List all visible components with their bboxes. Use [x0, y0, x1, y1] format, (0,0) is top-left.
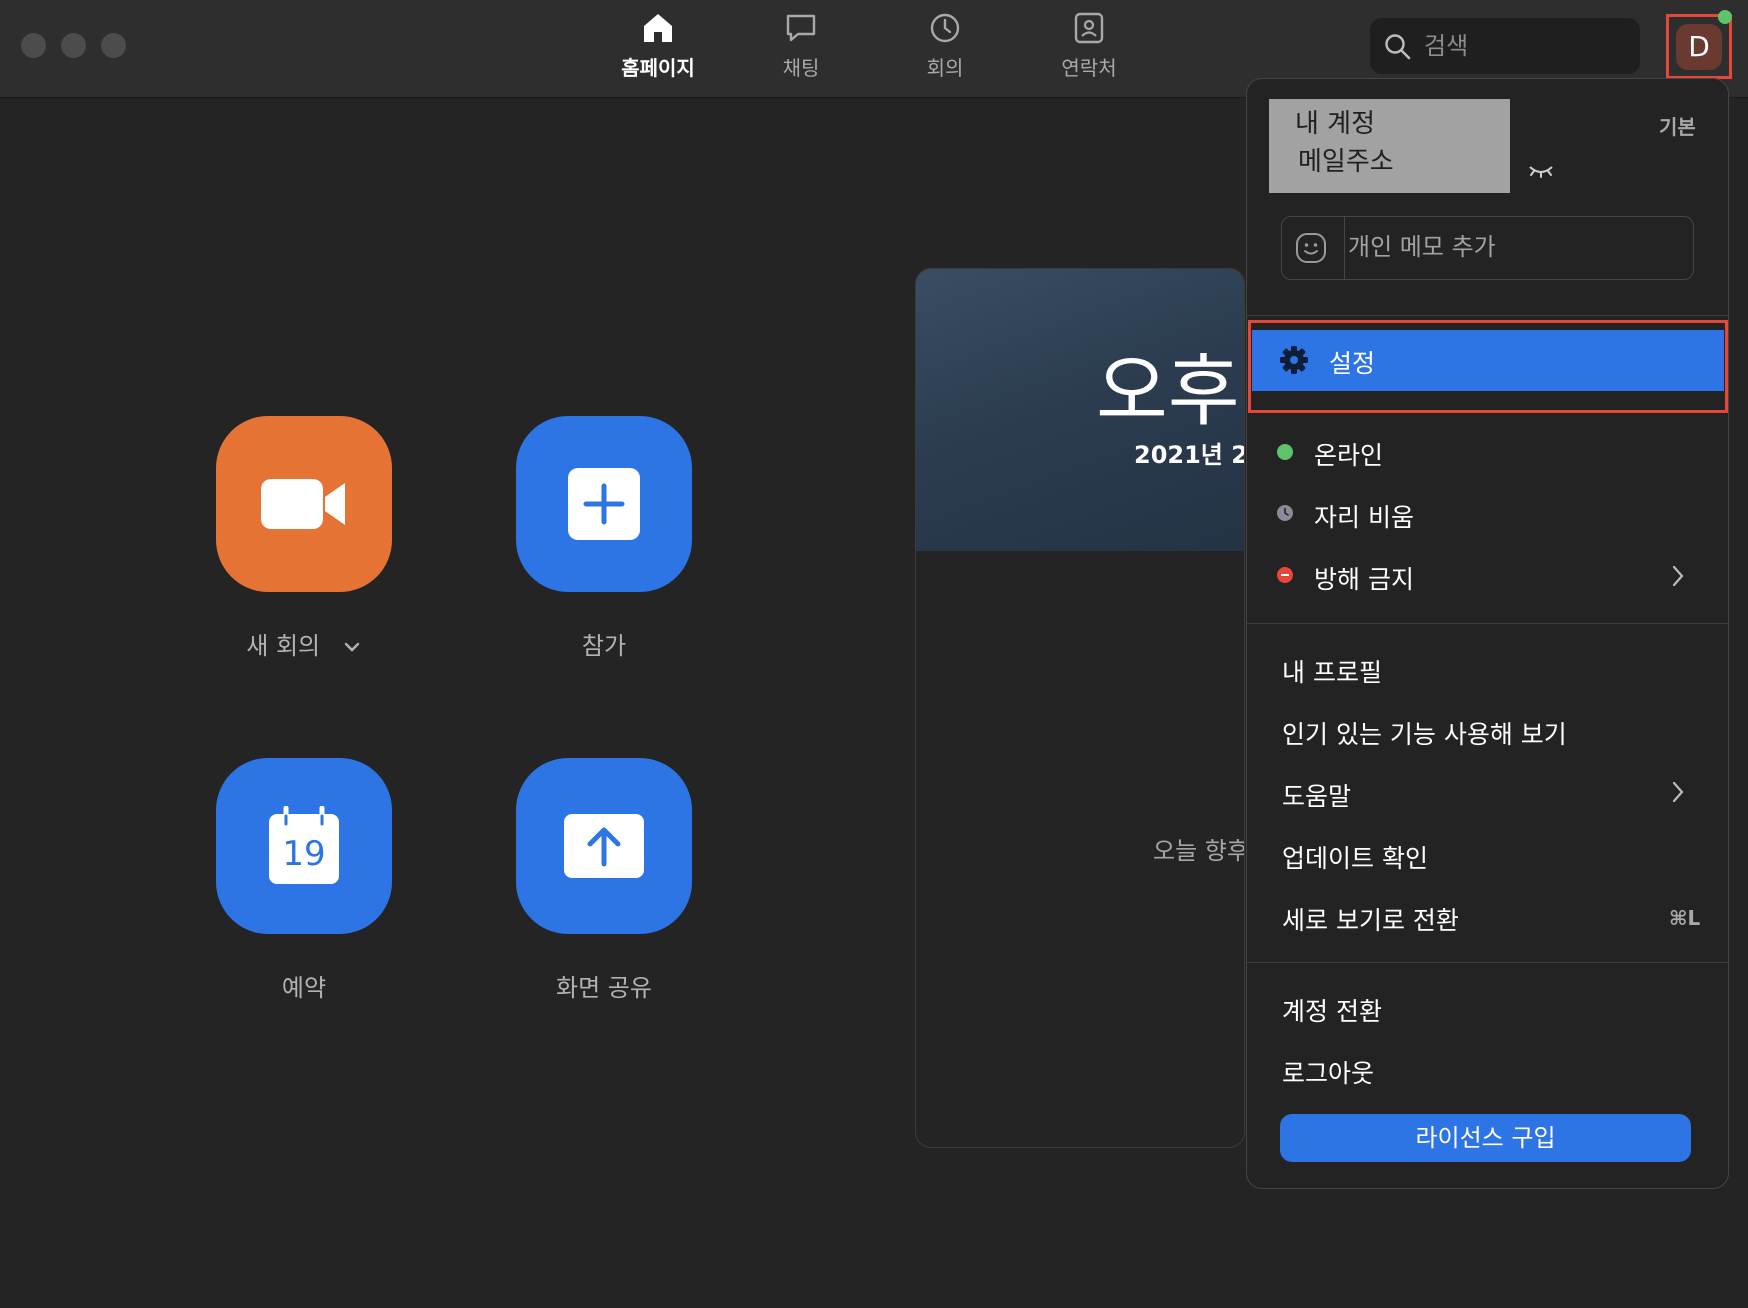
personal-note-field[interactable]	[1281, 216, 1694, 280]
plus-icon	[568, 468, 640, 540]
avatar[interactable]: D	[1676, 24, 1722, 70]
search-icon	[1385, 34, 1411, 60]
hide-email-eye-icon[interactable]	[1527, 162, 1555, 180]
join-button[interactable]	[516, 416, 692, 592]
new-meeting-label: 새 회의	[216, 626, 392, 661]
gear-icon	[1280, 346, 1308, 374]
video-camera-icon	[261, 479, 345, 529]
tab-chat[interactable]: 채팅	[741, 12, 861, 88]
menu-item-away[interactable]: 자리 비움	[1314, 498, 1414, 534]
upload-arrow-icon	[564, 814, 644, 878]
online-status-dot	[1718, 10, 1732, 24]
clock-icon	[930, 13, 960, 43]
no-meetings-message: 오늘 향후	[1153, 837, 1245, 865]
menu-item-help[interactable]: 도움말	[1282, 777, 1351, 813]
online-dot-icon	[1277, 444, 1293, 460]
chevron-right-icon[interactable]	[1671, 564, 1685, 588]
account-email: 메일주소	[1298, 147, 1394, 177]
settings-label: 설정	[1329, 349, 1376, 378]
away-clock-icon	[1277, 505, 1293, 521]
join-label: 참가	[581, 632, 627, 660]
chevron-down-icon[interactable]	[342, 640, 362, 654]
calendar-day: 19	[282, 834, 326, 874]
search-box[interactable]	[1370, 18, 1640, 74]
menu-item-portrait-view[interactable]: 세로 보기로 전환	[1282, 901, 1459, 937]
menu-item-switch-account[interactable]: 계정 전환	[1282, 992, 1382, 1028]
menu-divider	[1247, 623, 1728, 624]
menu-item-try-top-features[interactable]: 인기 있는 기능 사용해 보기	[1282, 715, 1567, 751]
tab-meetings-label: 회의	[926, 56, 964, 80]
tab-contacts[interactable]: 연락처	[1029, 12, 1149, 88]
share-screen-button[interactable]	[516, 758, 692, 934]
menu-divider	[1247, 962, 1728, 963]
tab-chat-label: 채팅	[782, 56, 820, 80]
chat-bubble-icon	[786, 14, 816, 42]
menu-item-my-profile[interactable]: 내 프로필	[1282, 653, 1382, 689]
account-name: 내 계정	[1295, 109, 1376, 139]
new-meeting-button[interactable]	[216, 416, 392, 592]
menu-item-check-updates[interactable]: 업데이트 확인	[1282, 839, 1428, 875]
share-screen-action[interactable]: 화면 공유	[516, 758, 692, 1003]
search-input[interactable]	[1424, 26, 1624, 66]
share-screen-label: 화면 공유	[556, 974, 652, 1002]
tab-meetings[interactable]: 회의	[885, 12, 1005, 88]
new-meeting-action[interactable]: 새 회의	[216, 416, 392, 661]
chevron-right-icon[interactable]	[1671, 780, 1685, 804]
note-field-separator	[1344, 217, 1345, 279]
menu-item-online[interactable]: 온라인	[1314, 436, 1383, 472]
upcoming-meetings-card: 오후 2021년 2월 오늘 향후	[915, 268, 1245, 1148]
menu-item-settings[interactable]: 설정	[1252, 330, 1724, 391]
avatar-highlight: D	[1666, 14, 1732, 79]
current-date: 2021년 2월	[1134, 441, 1244, 469]
schedule-button[interactable]: 19	[216, 758, 392, 934]
portrait-view-shortcut: ⌘L	[1669, 906, 1701, 930]
menu-item-sign-out[interactable]: 로그아웃	[1282, 1054, 1374, 1090]
contact-card-icon	[1074, 12, 1104, 44]
personal-note-input[interactable]	[1348, 227, 1678, 267]
calendar-icon: 19	[268, 806, 340, 886]
buy-license-button[interactable]: 라이선스 구입	[1280, 1114, 1691, 1162]
minimize-window-button[interactable]	[61, 33, 86, 58]
tab-home[interactable]: 홈페이지	[598, 12, 718, 88]
menu-divider	[1247, 315, 1728, 316]
menu-item-do-not-disturb[interactable]: 방해 금지	[1314, 560, 1414, 596]
account-info: 내 계정 메일주소	[1269, 99, 1510, 193]
join-action[interactable]: 참가	[516, 416, 692, 661]
current-time: 오후	[1096, 347, 1240, 437]
do-not-disturb-icon	[1277, 567, 1293, 583]
zoom-window-button[interactable]	[101, 33, 126, 58]
close-window-button[interactable]	[21, 33, 46, 58]
home-icon	[644, 14, 672, 42]
tab-contacts-label: 연락처	[1061, 56, 1117, 80]
smiley-icon	[1296, 233, 1326, 263]
tab-home-label: 홈페이지	[621, 56, 695, 80]
schedule-label: 예약	[281, 974, 327, 1002]
schedule-action[interactable]: 19 예약	[216, 758, 392, 1003]
plan-badge: 기본	[1659, 115, 1696, 139]
